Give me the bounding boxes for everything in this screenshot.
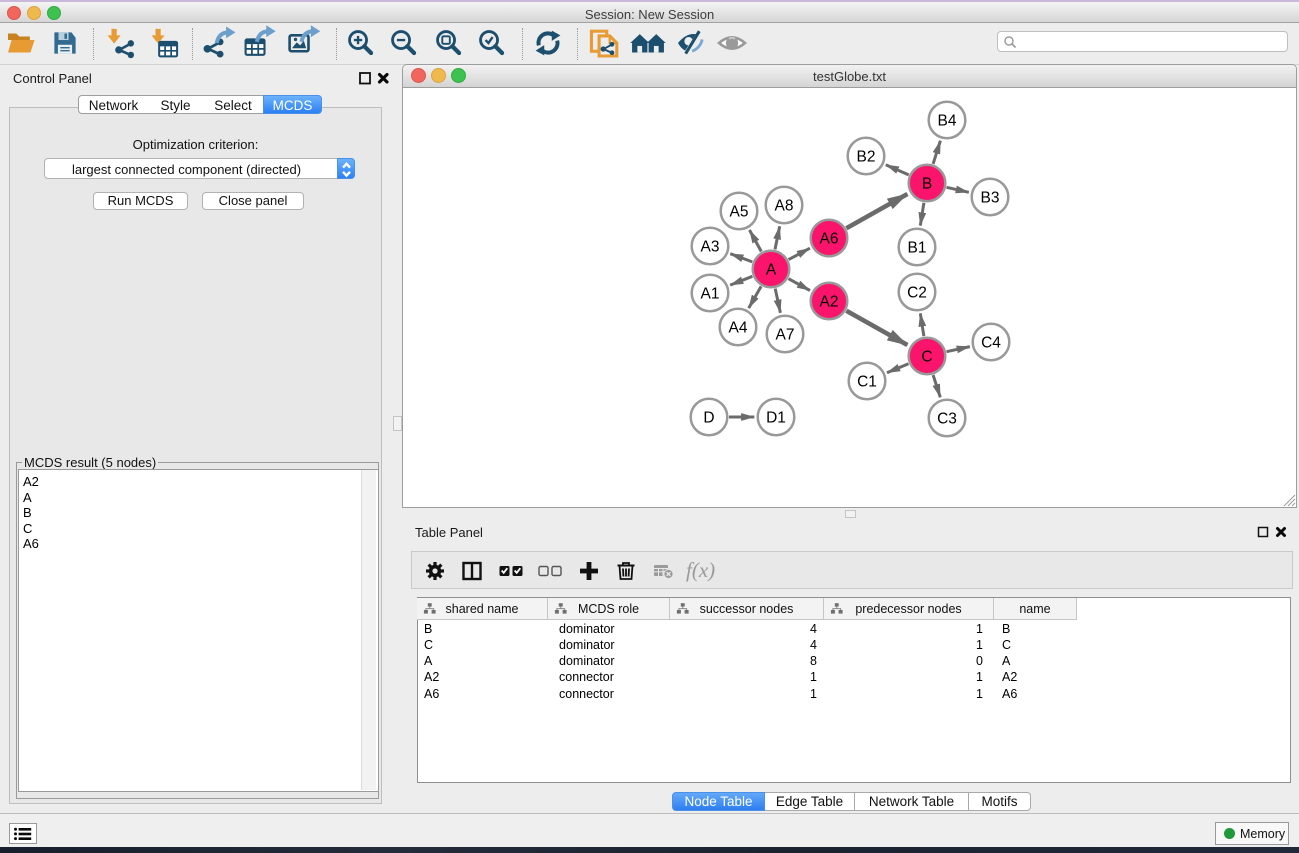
svg-text:A5: A5 — [730, 204, 749, 221]
svg-text:A4: A4 — [729, 320, 748, 337]
svg-text:B4: B4 — [938, 113, 957, 130]
svg-text:C2: C2 — [907, 285, 927, 302]
svg-text:A1: A1 — [701, 286, 720, 303]
svg-text:A2: A2 — [820, 294, 839, 311]
svg-text:B3: B3 — [981, 190, 1000, 207]
svg-text:B2: B2 — [857, 149, 876, 166]
svg-text:C3: C3 — [937, 411, 957, 428]
svg-text:D: D — [703, 410, 714, 427]
svg-text:A8: A8 — [775, 198, 794, 215]
svg-text:C: C — [921, 349, 932, 366]
svg-text:A6: A6 — [820, 231, 839, 248]
svg-text:B: B — [922, 176, 932, 193]
svg-text:B1: B1 — [908, 240, 927, 257]
svg-text:D1: D1 — [766, 410, 786, 427]
svg-text:f(x): f(x) — [686, 558, 715, 582]
svg-text:C4: C4 — [981, 335, 1001, 352]
svg-text:A7: A7 — [776, 327, 795, 344]
svg-text:C1: C1 — [857, 374, 877, 391]
svg-text:A: A — [766, 262, 777, 279]
svg-text:A3: A3 — [701, 239, 720, 256]
